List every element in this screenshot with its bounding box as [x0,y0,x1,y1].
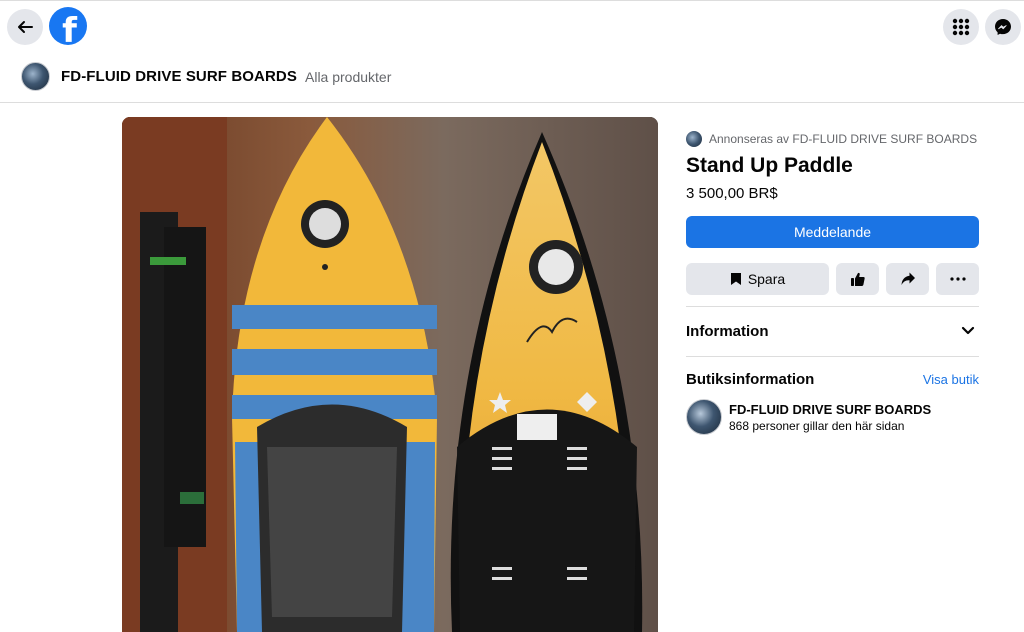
advertised-by-text: Annonseras av FD-FLUID DRIVE SURF BOARDS [709,132,978,146]
surfboards-image [122,117,658,632]
facebook-logo-icon[interactable]: f [49,7,87,45]
product-photo[interactable] [122,117,658,632]
grid-menu-icon [952,18,970,36]
action-buttons-row: Spara [686,263,979,295]
messenger-button[interactable] [985,9,1021,45]
all-products-link[interactable]: Alla produkter [305,69,391,85]
information-section-toggle[interactable]: Information [686,323,769,340]
divider [686,356,979,357]
menu-button[interactable] [943,9,979,45]
shop-header: FD-FLUID DRIVE SURF BOARDS Alla produkte… [0,52,1024,103]
thumbs-up-icon [850,272,865,286]
message-button[interactable]: Meddelande [686,216,979,248]
messenger-icon [995,19,1011,35]
save-button-label: Spara [747,271,786,287]
shop-info-heading: Butiksinformation [686,371,815,388]
shop-avatar[interactable] [21,62,50,91]
facebook-logo-letter: f [62,10,77,46]
more-options-button[interactable] [936,263,979,295]
shop-name[interactable]: FD-FLUID DRIVE SURF BOARDS [61,68,297,85]
share-button[interactable] [886,263,929,295]
seller-avatar[interactable] [686,399,722,435]
share-arrow-icon [901,272,915,285]
advertiser-avatar [686,131,702,147]
divider [686,306,979,307]
top-navigation-bar: f [0,0,1024,52]
advertised-by[interactable]: Annonseras av FD-FLUID DRIVE SURF BOARDS [686,131,977,147]
seller-likes-count: 868 personer gillar den här sidan [729,419,905,433]
seller-name[interactable]: FD-FLUID DRIVE SURF BOARDS [729,402,931,417]
like-button[interactable] [836,263,879,295]
ellipsis-icon [949,277,966,281]
arrow-left-icon [18,21,33,33]
visit-shop-link[interactable]: Visa butik [923,372,979,387]
back-button[interactable] [7,9,43,45]
save-button[interactable]: Spara [686,263,829,295]
chevron-down-icon[interactable] [960,322,976,338]
listing-title: Stand Up Paddle [686,154,853,177]
listing-price: 3 500,00 BR$ [686,185,778,202]
bookmark-icon [730,273,741,285]
